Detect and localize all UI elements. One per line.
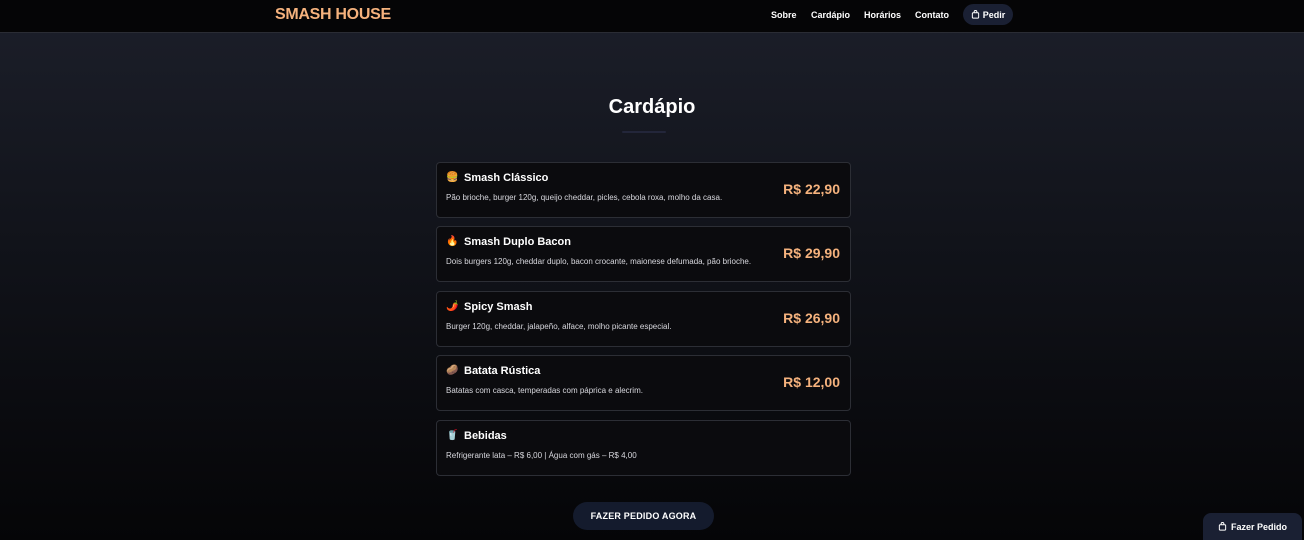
menu-item-name: Batata Rústica bbox=[464, 365, 541, 377]
order-now-button[interactable]: FAZER PEDIDO AGORA bbox=[573, 502, 714, 530]
burger-icon: 🍔 bbox=[446, 172, 459, 183]
shopping-bag-icon bbox=[971, 10, 979, 19]
menu-item-price: R$ 29,90 bbox=[783, 245, 840, 261]
menu-item-name: Smash Duplo Bacon bbox=[464, 236, 571, 248]
menu-item-header: 🍔 Smash Clássico bbox=[446, 172, 548, 184]
menu-item-description: Pão brioche, burger 120g, queijo cheddar… bbox=[446, 193, 723, 202]
menu-item-name: Bebidas bbox=[464, 430, 507, 442]
shopping-bag-icon bbox=[1218, 522, 1227, 531]
chili-pepper-icon: 🌶️ bbox=[446, 301, 459, 312]
nav-link-horarios[interactable]: Horários bbox=[864, 10, 901, 20]
nav-link-sobre[interactable]: Sobre bbox=[771, 10, 797, 20]
menu-title: Cardápio bbox=[608, 96, 696, 118]
nav-link-cardapio[interactable]: Cardápio bbox=[811, 10, 850, 20]
brand-logo[interactable]: SMASH HOUSE bbox=[275, 6, 391, 24]
menu-item-description: Dois burgers 120g, cheddar duplo, bacon … bbox=[446, 257, 752, 266]
menu-item-description: Batatas com casca, temperadas com pápric… bbox=[446, 386, 643, 395]
menu-item-name: Smash Clássico bbox=[464, 172, 549, 184]
menu-item-header: 🔥 Smash Duplo Bacon bbox=[446, 236, 571, 248]
menu-item-header: 🥤 Bebidas bbox=[446, 430, 507, 442]
fire-icon: 🔥 bbox=[446, 236, 459, 247]
menu-item-header: 🌶️ Spicy Smash bbox=[446, 301, 532, 313]
potato-icon: 🥔 bbox=[446, 365, 459, 376]
menu-item-description: Burger 120g, cheddar, jalapeño, alface, … bbox=[446, 322, 672, 331]
menu-item-price: R$ 12,00 bbox=[783, 374, 840, 390]
menu-item-description: Refrigerante lata – R$ 6,00 | Água com g… bbox=[446, 451, 637, 460]
drink-cup-icon: 🥤 bbox=[446, 430, 459, 441]
nav-link-contato[interactable]: Contato bbox=[915, 10, 949, 20]
menu-item-price: R$ 26,90 bbox=[783, 310, 840, 326]
menu-item-card: 🥔 Batata Rústica Batatas com casca, temp… bbox=[436, 355, 851, 411]
menu-item-name: Spicy Smash bbox=[464, 301, 533, 313]
menu-item-price: R$ 22,90 bbox=[783, 181, 840, 197]
nav-order-button[interactable]: Pedir bbox=[963, 4, 1013, 25]
floating-order-button[interactable]: Fazer Pedido bbox=[1203, 513, 1302, 540]
floating-order-label: Fazer Pedido bbox=[1230, 521, 1287, 532]
title-underline bbox=[622, 131, 666, 133]
nav-order-label: Pedir bbox=[982, 9, 1006, 20]
menu-item-header: 🥔 Batata Rústica bbox=[446, 365, 540, 377]
menu-item-card: 🌶️ Spicy Smash Burger 120g, cheddar, jal… bbox=[436, 291, 851, 347]
menu-item-card: 🥤 Bebidas Refrigerante lata – R$ 6,00 | … bbox=[436, 420, 851, 476]
menu-item-card: 🍔 Smash Clássico Pão brioche, burger 120… bbox=[436, 162, 851, 218]
menu-item-card: 🔥 Smash Duplo Bacon Dois burgers 120g, c… bbox=[436, 226, 851, 282]
top-navbar: SMASH HOUSE Sobre Cardápio Horários Cont… bbox=[0, 0, 1304, 33]
